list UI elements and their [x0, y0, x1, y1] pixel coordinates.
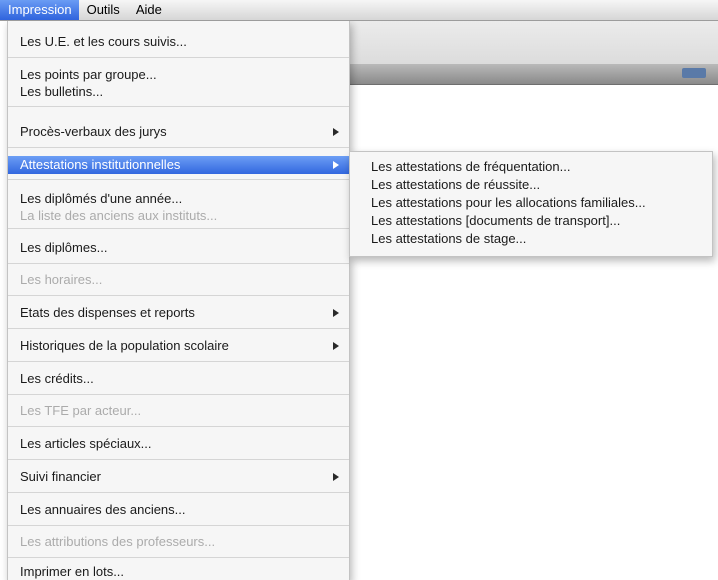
menu-separator — [8, 426, 349, 427]
menu-separator — [8, 557, 349, 558]
submenu-arrow-icon — [333, 128, 339, 136]
screen: Impression Outils Aide Les U.E. et les c… — [0, 0, 718, 580]
menu-item-credits[interactable]: Les crédits... — [8, 370, 349, 388]
menu-separator — [8, 361, 349, 362]
menu-separator — [8, 394, 349, 395]
menu-separator — [8, 57, 349, 58]
menu-item-suivi-financier[interactable]: Suivi financier — [8, 468, 349, 486]
menu-separator — [8, 147, 349, 148]
submenu-arrow-icon — [333, 342, 339, 350]
submenu-item-stage[interactable]: Les attestations de stage... — [350, 230, 712, 248]
menu-separator — [8, 459, 349, 460]
menu-item-label: Attestations institutionnelles — [20, 157, 181, 172]
submenu-item-reussite[interactable]: Les attestations de réussite... — [350, 176, 712, 194]
window-toolbar — [340, 20, 718, 65]
menubar-outils[interactable]: Outils — [79, 0, 128, 20]
menu-item-articles-speciaux[interactable]: Les articles spéciaux... — [8, 435, 349, 453]
impression-menu: Les U.E. et les cours suivis... Les poin… — [7, 20, 350, 580]
menu-item-diplomes-annee[interactable]: Les diplômés d'une année... — [8, 190, 349, 208]
menu-item-points-groupe[interactable]: Les points par groupe... — [8, 66, 349, 84]
submenu-arrow-icon — [333, 309, 339, 317]
submenu-item-frequentation[interactable]: Les attestations de fréquentation... — [350, 158, 712, 176]
menu-item-bulletins[interactable]: Les bulletins... — [8, 83, 349, 101]
menu-separator — [8, 328, 349, 329]
menu-item-annuaires-anciens[interactable]: Les annuaires des anciens... — [8, 501, 349, 519]
menu-item-proces-verbaux[interactable]: Procès-verbaux des jurys — [8, 123, 349, 141]
menu-separator — [8, 295, 349, 296]
menu-item-label: Historiques de la population scolaire — [20, 338, 229, 353]
menu-item-attestations[interactable]: Attestations institutionnelles — [8, 156, 349, 174]
menu-item-attributions-professeurs: Les attributions des professeurs... — [20, 534, 216, 549]
menu-separator — [8, 492, 349, 493]
menu-item-label: Procès-verbaux des jurys — [20, 124, 167, 139]
menu-item-diplomes[interactable]: Les diplômes... — [8, 239, 349, 257]
menubar-impression[interactable]: Impression — [0, 0, 79, 20]
menu-separator — [8, 263, 349, 264]
menu-separator — [8, 525, 349, 526]
menu-item-dispenses-reports[interactable]: Etats des dispenses et reports — [8, 304, 349, 322]
attestations-submenu: Les attestations de fréquentation... Les… — [349, 151, 713, 257]
window-header-strip — [340, 64, 718, 85]
menu-item-label: Suivi financier — [20, 469, 101, 484]
menu-bar: Impression Outils Aide — [0, 0, 718, 21]
submenu-arrow-icon — [333, 161, 339, 169]
submenu-item-allocations[interactable]: Les attestations pour les allocations fa… — [350, 194, 712, 212]
menu-item-label: Etats des dispenses et reports — [20, 305, 195, 320]
menu-separator — [8, 179, 349, 180]
menu-item-tfe-acteur: Les TFE par acteur... — [20, 403, 142, 418]
menu-separator — [8, 106, 349, 107]
menu-item-historiques[interactable]: Historiques de la population scolaire — [8, 337, 349, 355]
submenu-arrow-icon — [333, 473, 339, 481]
menu-item-horaires: Les horaires... — [20, 272, 103, 287]
menubar-aide[interactable]: Aide — [128, 0, 170, 20]
submenu-item-transport[interactable]: Les attestations [documents de transport… — [350, 212, 712, 230]
menu-item-liste-anciens: La liste des anciens aux instituts... — [20, 208, 218, 223]
background-window — [340, 20, 718, 580]
menu-separator — [8, 228, 349, 229]
menu-item-imprimer-lots[interactable]: Imprimer en lots... — [8, 563, 349, 580]
header-accent — [682, 68, 706, 78]
menu-item-ue-cours[interactable]: Les U.E. et les cours suivis... — [8, 33, 349, 51]
